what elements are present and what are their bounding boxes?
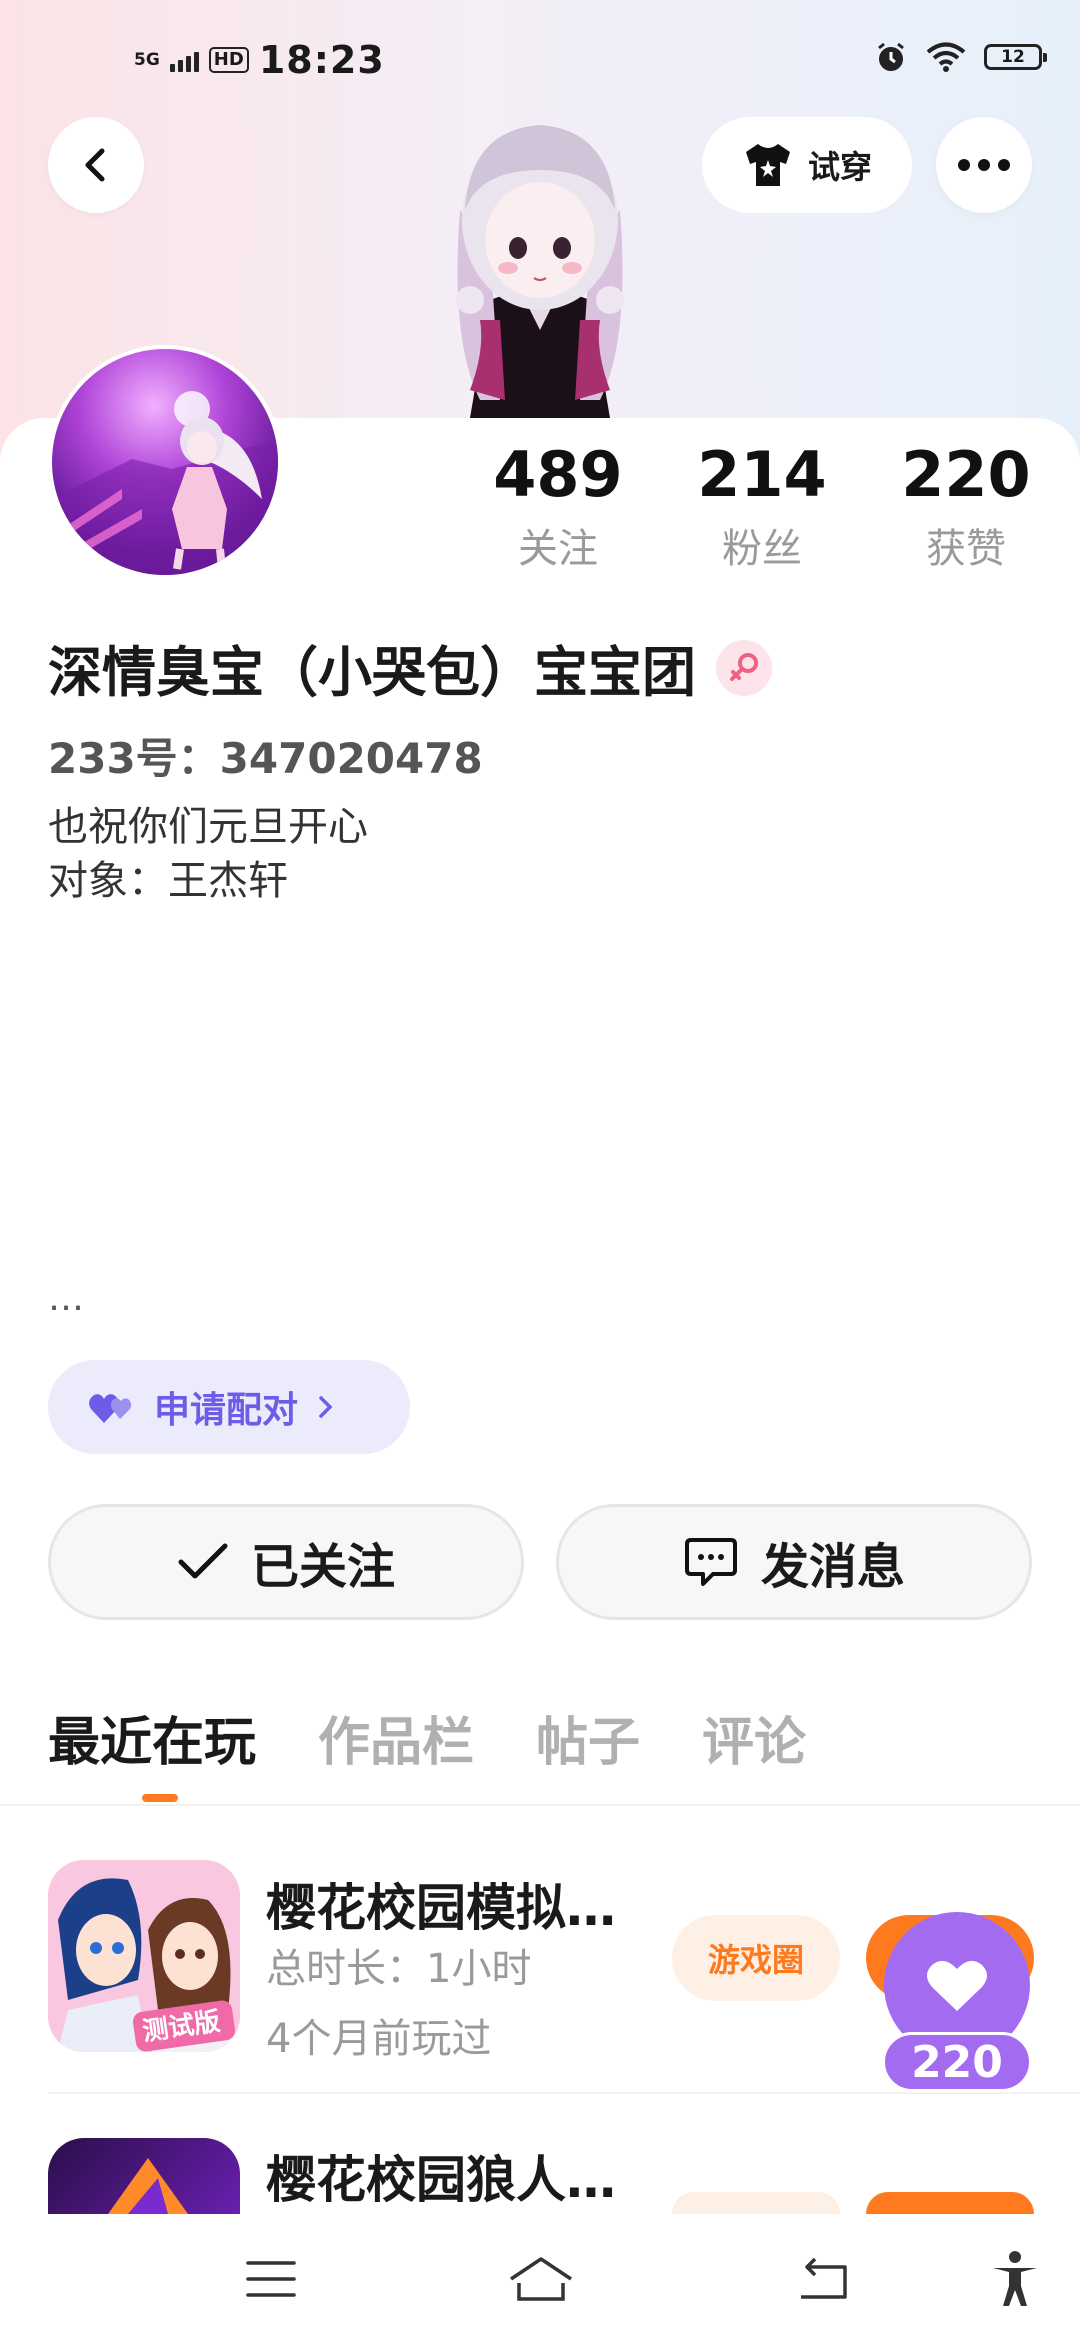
followers-label: 粉丝 <box>722 526 802 572</box>
likes-label: 获赞 <box>926 526 1006 572</box>
game-duration-1: 总时长：1小时 <box>266 1946 532 1992</box>
send-message-button[interactable]: 发消息 <box>556 1504 1032 1620</box>
more-options-button[interactable] <box>936 117 1032 213</box>
back-button[interactable] <box>48 117 144 213</box>
chevron-right-icon <box>319 1396 333 1418</box>
profile-nickname: 深情臭宝（小哭包）宝宝团 <box>48 628 772 707</box>
heart-icon <box>927 1960 987 2011</box>
active-tab-indicator <box>142 1794 178 1802</box>
following-button[interactable]: 已关注 <box>48 1504 524 1620</box>
game-icon-sakura-werewolf[interactable] <box>48 2138 240 2214</box>
apply-match-button[interactable]: 申请配对 <box>48 1360 410 1454</box>
stat-likes[interactable]: 220 获赞 <box>886 440 1046 574</box>
nav-menu-button[interactable] <box>236 2244 306 2314</box>
nav-accessibility-button[interactable] <box>980 2244 1050 2314</box>
female-gender-icon <box>716 639 772 696</box>
tab-recently-played[interactable]: 最近在玩 <box>48 1700 256 1775</box>
send-message-label: 发消息 <box>760 1539 905 1595</box>
nickname-text: 深情臭宝（小哭包）宝宝团 <box>48 641 696 704</box>
tab-works[interactable]: 作品栏 <box>318 1700 474 1775</box>
status-bar-left: 5G HD 18:23 <box>134 38 385 82</box>
signal-icon <box>169 48 199 72</box>
like-count: 220 <box>882 2032 1032 2092</box>
shirt-icon <box>745 144 790 186</box>
accessibility-icon <box>993 2251 1037 2306</box>
game-play-button-2[interactable] <box>866 2192 1034 2214</box>
profile-tabs: 最近在玩 作品栏 帖子 评论 <box>48 1700 806 1775</box>
floating-like-button[interactable]: 220 <box>882 1912 1032 2092</box>
status-bar-right: 12 <box>874 40 1047 74</box>
bio-more-ellipsis[interactable]: … <box>48 1278 86 1319</box>
hearts-icon <box>89 1394 132 1423</box>
apply-match-label: 申请配对 <box>154 1390 299 1431</box>
game-circle-button-2[interactable] <box>672 2192 840 2214</box>
try-on-button[interactable]: 试穿 <box>702 117 912 213</box>
back-arrow-icon <box>85 148 105 182</box>
stat-following[interactable]: 489 关注 <box>478 440 638 574</box>
game-circle-label-1: 游戏圈 <box>707 1941 804 1979</box>
game-icon-sakura-school[interactable]: 测试版 <box>48 1860 240 2052</box>
message-bubble-icon <box>684 1538 737 1586</box>
status-time: 18:23 <box>258 38 385 82</box>
tabs-divider <box>0 1804 1080 1806</box>
avatar-character-illustration <box>456 125 624 418</box>
alarm-icon <box>878 42 904 71</box>
row-divider <box>48 2092 1080 2094</box>
game-last-played-1: 4个月前玩过 <box>266 2016 492 2062</box>
back-return-icon <box>801 2257 847 2299</box>
stat-followers[interactable]: 214 粉丝 <box>682 440 842 574</box>
home-icon <box>510 2257 572 2301</box>
game-title-1[interactable]: 樱花校园模拟… <box>266 1868 616 1940</box>
network-type: 5G <box>134 50 160 70</box>
hd-icon: HD <box>208 47 249 73</box>
battery-icon: 12 <box>984 44 1047 70</box>
avatar-image <box>52 349 278 575</box>
try-on-label: 试穿 <box>807 148 872 186</box>
battery-level: 12 <box>1001 47 1025 67</box>
following-count: 489 <box>493 438 623 511</box>
more-icon <box>958 159 1010 171</box>
checkmark-icon <box>178 1543 228 1579</box>
profile-bio: 也祝你们元旦开心 对象：王杰轩 <box>48 804 368 904</box>
avatar[interactable] <box>48 345 282 579</box>
nav-home-button[interactable] <box>506 2244 576 2314</box>
game-title-2[interactable]: 樱花校园狼人… <box>266 2140 616 2212</box>
menu-icon <box>246 2261 296 2297</box>
following-button-label: 已关注 <box>250 1539 395 1595</box>
wifi-icon <box>926 42 966 72</box>
following-label: 关注 <box>518 526 598 572</box>
game-circle-button-1[interactable]: 游戏圈 <box>672 1915 840 2001</box>
nav-back-button[interactable] <box>788 2244 858 2314</box>
user-id: 233号：347020478 <box>48 734 483 783</box>
tab-comments[interactable]: 评论 <box>702 1700 806 1775</box>
followers-count: 214 <box>697 438 827 511</box>
tab-posts[interactable]: 帖子 <box>536 1700 640 1775</box>
likes-count: 220 <box>901 438 1031 511</box>
